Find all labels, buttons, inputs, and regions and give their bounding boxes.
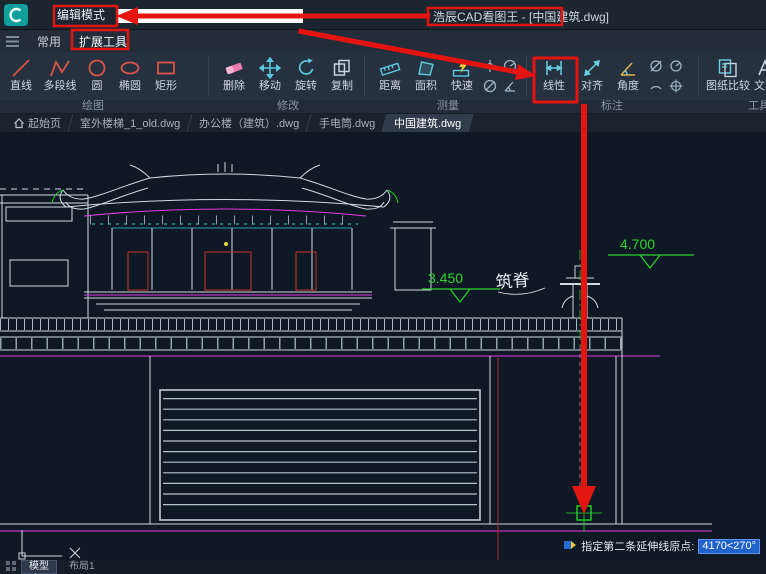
cad-application-window: 编辑模式 浩辰CAD看图王 - [中国建筑.dwg] 常用 扩展工具 直线 多段…	[0, 0, 766, 574]
linear-dimension-icon	[543, 56, 565, 80]
doc-tab-stairs[interactable]: 室外楼梯_1_old.dwg	[68, 114, 192, 132]
area-tool[interactable]: 面积	[408, 53, 444, 99]
rotate-tool[interactable]: 旋转	[288, 53, 324, 99]
doc-tab-flashlight[interactable]: 手电筒.dwg	[307, 114, 387, 132]
menu-icon[interactable]	[6, 34, 22, 48]
ribbon-group-labels: 绘图 修改 测量 标注 工具	[0, 100, 766, 114]
cad-drawing: 4.700 3.450 筑脊	[0, 132, 766, 560]
drawing-compare-icon	[717, 56, 739, 80]
move-tool[interactable]: 移动	[252, 53, 288, 99]
doc-tab-china-architecture[interactable]: 中国建筑.dwg	[382, 114, 473, 132]
group-label-modify: 修改	[277, 100, 299, 113]
app-logo-icon[interactable]	[3, 3, 29, 27]
window-title: 浩辰CAD看图王 - [中国建筑.dwg]	[433, 8, 609, 25]
ribbon-tab-row: 常用 扩展工具	[0, 30, 766, 52]
angle-measure-icon[interactable]	[500, 76, 520, 96]
group-label-measure: 测量	[437, 100, 459, 113]
ridge-annotation-text: 筑脊	[495, 271, 530, 292]
center-mark-icon[interactable]	[666, 76, 686, 96]
tab-extended-tools[interactable]: 扩展工具	[70, 30, 136, 53]
elevation-value-right: 4.700	[620, 236, 655, 252]
tab-home[interactable]: 常用	[28, 30, 70, 53]
coordinate-icon[interactable]	[480, 56, 500, 76]
quick-measure-icon	[451, 56, 473, 80]
group-modify: 删除 移动 旋转 复制	[216, 53, 360, 99]
angle-dimension-tool[interactable]: 角度	[610, 53, 646, 99]
eraser-icon	[223, 56, 245, 80]
erase-tool[interactable]: 删除	[216, 53, 252, 99]
model-tab[interactable]: 模型	[21, 560, 57, 574]
ellipse-tool[interactable]: 椭圆	[112, 53, 148, 99]
aligned-dimension-icon	[581, 56, 603, 80]
ribbon: 直线 多段线 圆 椭圆 矩形 删除	[0, 52, 766, 100]
group-draw: 直线 多段线 圆 椭圆 矩形	[4, 53, 184, 99]
circle-tool[interactable]: 圆	[82, 53, 112, 99]
rotate-icon	[295, 56, 317, 80]
group-label-draw: 绘图	[82, 100, 104, 113]
ruler-icon	[379, 56, 401, 80]
copy-icon	[331, 56, 353, 80]
line-tool[interactable]: 直线	[4, 53, 38, 99]
radius-measure-icon[interactable]	[500, 56, 520, 76]
arc-length-icon[interactable]	[646, 76, 666, 96]
group-dimension: 线性 对齐 角度	[534, 53, 686, 99]
quick-measure-tool[interactable]: 快速	[444, 53, 480, 99]
area-icon	[415, 56, 437, 80]
radius-dimension-icon[interactable]	[666, 56, 686, 76]
doc-tab-start-page[interactable]: 起始页	[1, 114, 73, 132]
document-tab-bar: 起始页 室外楼梯_1_old.dwg 办公楼（建筑）.dwg 手电筒.dwg 中…	[0, 114, 766, 132]
home-icon	[13, 117, 25, 129]
coordinate-input[interactable]: 4170<270°	[698, 539, 760, 554]
polyline-tool[interactable]: 多段线	[38, 53, 82, 99]
diameter-measure-icon[interactable]	[480, 76, 500, 96]
command-prompt[interactable]: 指定第二条延伸线原点: 4170<270°	[563, 538, 760, 554]
layout-tab-bar: 模型 布局1	[0, 560, 766, 574]
move-icon	[259, 56, 281, 80]
group-measure: 距离 面积 快速	[372, 53, 520, 99]
line-icon	[10, 56, 32, 80]
dimension-extra-tools	[646, 56, 686, 96]
doc-tab-office[interactable]: 办公楼（建筑）.dwg	[188, 114, 312, 132]
grid-icon	[6, 561, 16, 574]
edit-mode-label[interactable]: 编辑模式	[53, 4, 109, 25]
title-bar: 编辑模式 浩辰CAD看图王 - [中国建筑.dwg]	[0, 0, 766, 30]
distance-tool[interactable]: 距离	[372, 53, 408, 99]
group-label-tools: 工具	[748, 100, 766, 113]
group-tools: 图纸比较 文字	[706, 53, 766, 99]
copy-tool[interactable]: 复制	[324, 53, 360, 99]
drawing-canvas[interactable]: 4.700 3.450 筑脊 指定第二条延伸线原点: 4170<270°	[0, 132, 766, 560]
elevation-value-left: 3.450	[428, 270, 463, 286]
aligned-dimension-tool[interactable]: 对齐	[574, 53, 610, 99]
dynamic-input-icon	[563, 538, 577, 554]
prompt-text: 指定第二条延伸线原点:	[581, 538, 694, 554]
layout1-tab[interactable]: 布局1	[62, 561, 102, 573]
snap-marker	[566, 496, 602, 532]
rectangle-tool[interactable]: 矩形	[148, 53, 184, 99]
rectangle-icon	[155, 56, 177, 80]
group-label-dims: 标注	[601, 100, 623, 113]
angle-dimension-icon	[617, 56, 639, 80]
text-icon	[754, 56, 766, 80]
measure-extra-tools	[480, 56, 520, 96]
drawing-compare-tool[interactable]: 图纸比较	[706, 53, 750, 99]
diameter-dimension-icon[interactable]	[646, 56, 666, 76]
linear-dimension-tool[interactable]: 线性	[534, 53, 574, 99]
circle-icon	[86, 56, 108, 80]
polyline-icon	[49, 56, 71, 80]
ellipse-icon	[119, 56, 141, 80]
text-tool[interactable]: 文字	[750, 53, 766, 99]
